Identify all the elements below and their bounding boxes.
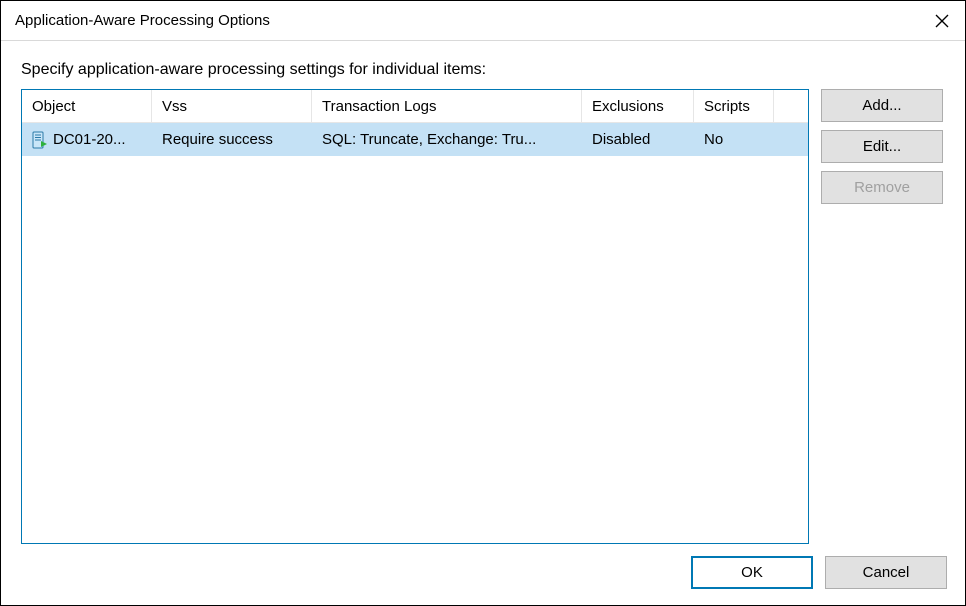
cell-object-text: DC01-20... bbox=[53, 131, 126, 148]
dialog-content: Specify application-aware processing set… bbox=[1, 41, 965, 605]
cell-vss: Require success bbox=[152, 123, 312, 156]
column-header-transaction-logs[interactable]: Transaction Logs bbox=[312, 90, 582, 122]
cell-scripts: No bbox=[694, 123, 774, 156]
remove-button: Remove bbox=[821, 171, 943, 204]
window-title: Application-Aware Processing Options bbox=[15, 12, 270, 29]
table-row[interactable]: DC01-20... Require success SQL: Truncate… bbox=[22, 123, 808, 156]
titlebar: Application-Aware Processing Options bbox=[1, 1, 965, 41]
items-table[interactable]: Object Vss Transaction Logs Exclusions S… bbox=[21, 89, 809, 544]
column-header-exclusions[interactable]: Exclusions bbox=[582, 90, 694, 122]
dialog-footer: OK Cancel bbox=[21, 556, 947, 589]
main-area: Object Vss Transaction Logs Exclusions S… bbox=[21, 89, 947, 544]
column-header-vss[interactable]: Vss bbox=[152, 90, 312, 122]
close-button[interactable] bbox=[919, 1, 965, 41]
column-header-scripts[interactable]: Scripts bbox=[694, 90, 774, 122]
edit-button[interactable]: Edit... bbox=[821, 130, 943, 163]
cell-transaction-logs: SQL: Truncate, Exchange: Tru... bbox=[312, 123, 582, 156]
close-icon bbox=[935, 14, 949, 28]
column-header-spacer bbox=[774, 90, 808, 122]
server-icon bbox=[32, 131, 48, 149]
add-button[interactable]: Add... bbox=[821, 89, 943, 122]
column-header-object[interactable]: Object bbox=[22, 90, 152, 122]
side-buttons: Add... Edit... Remove bbox=[821, 89, 943, 544]
cell-exclusions: Disabled bbox=[582, 123, 694, 156]
ok-button[interactable]: OK bbox=[691, 556, 813, 589]
cell-object: DC01-20... bbox=[22, 123, 152, 156]
cancel-button[interactable]: Cancel bbox=[825, 556, 947, 589]
instruction-text: Specify application-aware processing set… bbox=[21, 61, 947, 79]
table-header: Object Vss Transaction Logs Exclusions S… bbox=[22, 90, 808, 123]
